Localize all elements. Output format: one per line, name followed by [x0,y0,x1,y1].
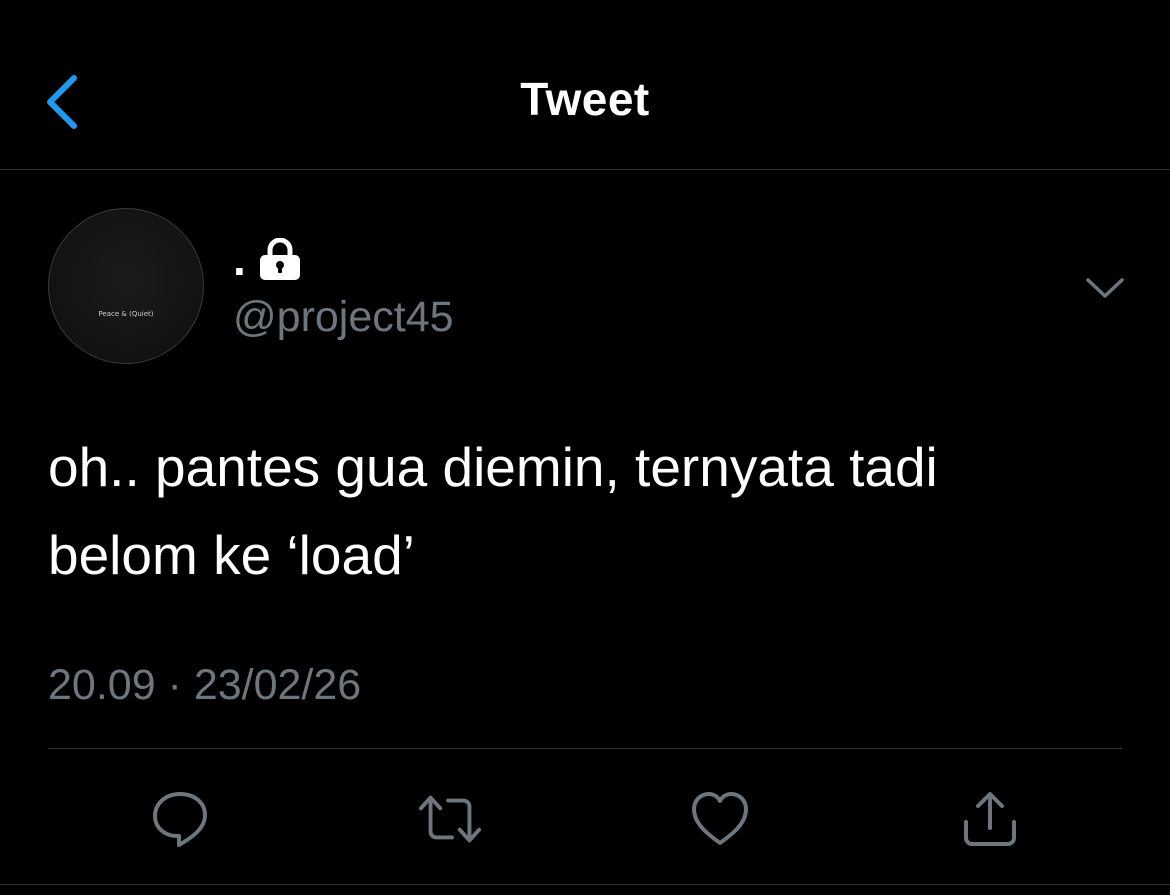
chevron-down-icon [1086,278,1124,298]
retweet-button[interactable] [415,784,485,854]
author-handle[interactable]: @project45 [233,294,454,340]
tweet-body: oh.. pantes gua diemin, ternyata tadi be… [48,423,1128,599]
reply-button[interactable] [145,784,215,854]
avatar-caption: Peace & (Quiet) [98,310,154,318]
heart-icon [692,792,748,845]
author-name-row[interactable]: . [233,232,302,282]
tweet-timestamp[interactable]: 20.09 · 23/02/26 [48,660,361,710]
bottom-divider [0,884,1170,885]
tweet-text-line: oh.. pantes gua diemin, ternyata tadi [48,436,938,498]
page-title: Tweet [520,73,650,125]
share-icon [964,792,1016,846]
display-name[interactable]: . [233,236,246,282]
divider [48,748,1122,749]
tweet-options-button[interactable] [1082,270,1128,306]
avatar[interactable]: Peace & (Quiet) [48,208,204,364]
retweet-icon [418,795,482,843]
like-button[interactable] [685,784,755,854]
top-bar: Tweet [0,0,1170,170]
lock-icon [259,238,300,280]
tweet-text-line: belom ke ‘load’ [48,524,415,586]
reply-icon [153,792,207,847]
action-bar [0,784,1170,854]
share-button[interactable] [955,784,1025,854]
